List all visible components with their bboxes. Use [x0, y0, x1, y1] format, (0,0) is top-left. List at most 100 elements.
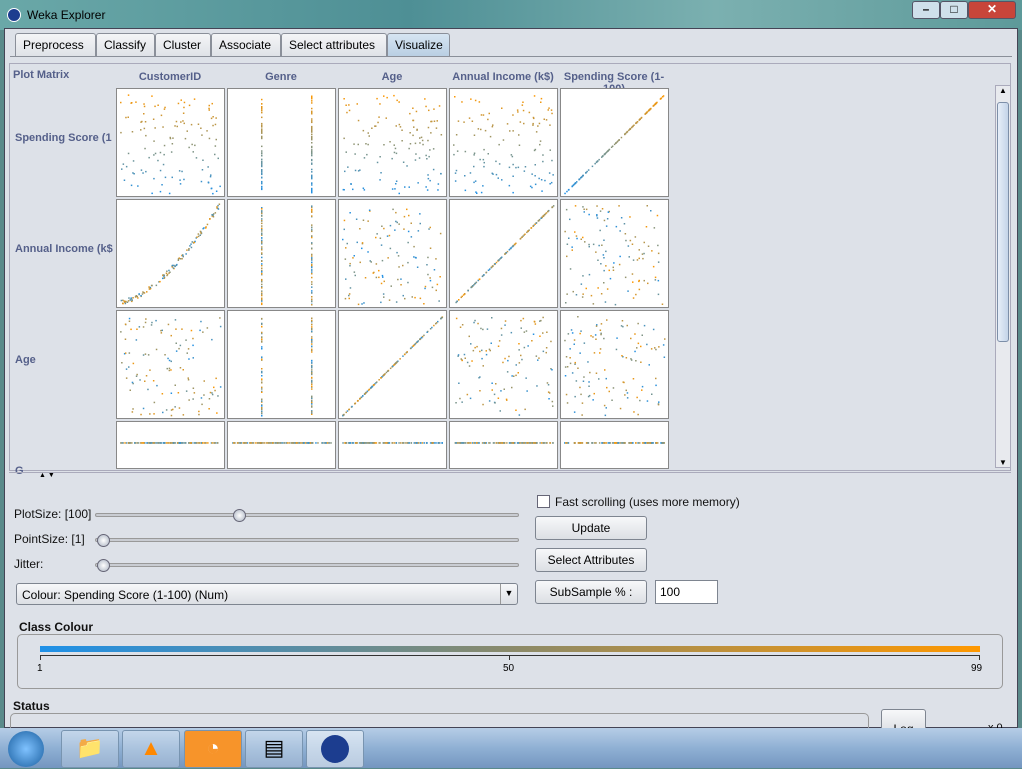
data-point — [600, 263, 602, 265]
splitter-handle[interactable]: ▲ ▼ — [9, 472, 1011, 479]
data-point — [535, 355, 538, 357]
data-point — [355, 442, 357, 444]
data-point — [531, 186, 533, 189]
point-size-thumb[interactable] — [97, 534, 110, 547]
data-point — [512, 163, 514, 166]
update-button[interactable]: Update — [535, 516, 647, 540]
data-point — [494, 263, 496, 265]
data-point — [440, 173, 442, 175]
vertical-scrollbar[interactable]: ▲ ▼ — [995, 85, 1011, 468]
plot-size-slider[interactable] — [95, 513, 519, 517]
data-point — [348, 442, 351, 444]
scatter-cell[interactable] — [560, 421, 669, 469]
data-point — [121, 362, 123, 364]
data-point — [205, 227, 207, 229]
scatter-cell[interactable] — [338, 310, 447, 419]
data-point — [579, 386, 581, 389]
data-point — [127, 300, 130, 302]
data-point — [412, 345, 414, 347]
data-point — [538, 122, 541, 125]
scrollbar-thumb[interactable] — [997, 102, 1009, 342]
chevron-down-icon[interactable]: ▼ — [500, 584, 517, 604]
data-point — [261, 218, 263, 220]
scatter-cell[interactable] — [116, 310, 225, 419]
scatter-cell[interactable] — [116, 421, 225, 469]
tab-visualize[interactable]: Visualize — [387, 33, 450, 56]
scatter-cell[interactable] — [449, 421, 558, 469]
data-point — [498, 163, 501, 165]
data-point — [190, 123, 193, 126]
plot-size-thumb[interactable] — [233, 509, 246, 522]
subsample-input[interactable] — [655, 580, 718, 604]
scatter-cell[interactable] — [338, 88, 447, 197]
taskbar-explorer-icon[interactable]: 📁 — [61, 730, 119, 768]
data-point — [311, 399, 313, 402]
select-attributes-button[interactable]: Select Attributes — [535, 548, 647, 572]
scatter-cell[interactable] — [116, 88, 225, 197]
colour-select[interactable]: Colour: Spending Score (1-100) (Num) ▼ — [16, 583, 518, 605]
data-point — [428, 155, 430, 158]
data-point — [138, 293, 140, 295]
taskbar-vlc-icon[interactable]: ▲ — [122, 730, 180, 768]
scatter-cell[interactable] — [560, 310, 669, 419]
scatter-cell[interactable] — [227, 310, 336, 419]
tab-associate[interactable]: Associate — [211, 33, 281, 56]
taskbar-uc-browser-icon[interactable]: ◔ — [184, 730, 242, 768]
data-point — [180, 99, 182, 101]
subsample-button[interactable]: SubSample % : — [535, 580, 647, 604]
start-button[interactable] — [8, 731, 44, 767]
scatter-cell[interactable] — [227, 199, 336, 308]
scatter-cell[interactable] — [560, 199, 669, 308]
scatter-cell[interactable] — [338, 199, 447, 308]
data-point — [564, 192, 566, 195]
jitter-thumb[interactable] — [97, 559, 110, 572]
data-point — [453, 144, 455, 146]
scatter-cell[interactable] — [449, 88, 558, 197]
data-point — [355, 218, 358, 220]
scatter-cell[interactable] — [227, 88, 336, 197]
data-point — [365, 391, 368, 393]
data-point — [345, 247, 347, 249]
data-point — [550, 181, 553, 184]
data-point — [311, 224, 313, 226]
data-point — [548, 392, 551, 394]
maximize-button[interactable]: □ — [940, 1, 968, 19]
data-point — [261, 400, 263, 402]
tab-select-attributes[interactable]: Select attributes — [281, 33, 387, 56]
data-point — [514, 442, 516, 444]
data-point — [435, 258, 437, 260]
data-point — [354, 403, 356, 405]
data-point — [594, 162, 596, 165]
data-point — [649, 108, 652, 110]
point-size-slider[interactable] — [95, 538, 519, 542]
tab-cluster[interactable]: Cluster — [155, 33, 211, 56]
scatter-cell[interactable] — [227, 421, 336, 469]
tab-classify[interactable]: Classify — [96, 33, 155, 56]
scatter-cell[interactable] — [560, 88, 669, 197]
data-point — [415, 442, 418, 444]
scatter-cell[interactable] — [449, 310, 558, 419]
data-point — [399, 126, 402, 128]
jitter-slider[interactable] — [95, 563, 519, 567]
taskbar-weka-icon[interactable] — [306, 730, 364, 768]
data-point — [457, 355, 459, 357]
data-point — [551, 159, 553, 162]
data-point — [517, 166, 520, 169]
data-point — [398, 223, 400, 225]
scatter-cell[interactable] — [449, 199, 558, 308]
close-button[interactable]: ✕ — [968, 1, 1016, 19]
data-point — [142, 442, 145, 444]
fast-scrolling-checkbox[interactable] — [537, 495, 550, 508]
data-point — [261, 297, 263, 299]
data-point — [466, 361, 469, 364]
taskbar-task-manager-icon[interactable]: ▤ — [245, 730, 303, 768]
scatter-cell[interactable] — [116, 199, 225, 308]
data-point — [343, 189, 345, 191]
scatter-cell[interactable] — [338, 421, 447, 469]
data-point — [532, 333, 535, 335]
data-point — [429, 442, 432, 444]
data-point — [566, 293, 568, 295]
tab-preprocess[interactable]: Preprocess — [15, 33, 96, 56]
minimize-button[interactable]: – — [912, 1, 940, 19]
data-point — [566, 402, 569, 404]
